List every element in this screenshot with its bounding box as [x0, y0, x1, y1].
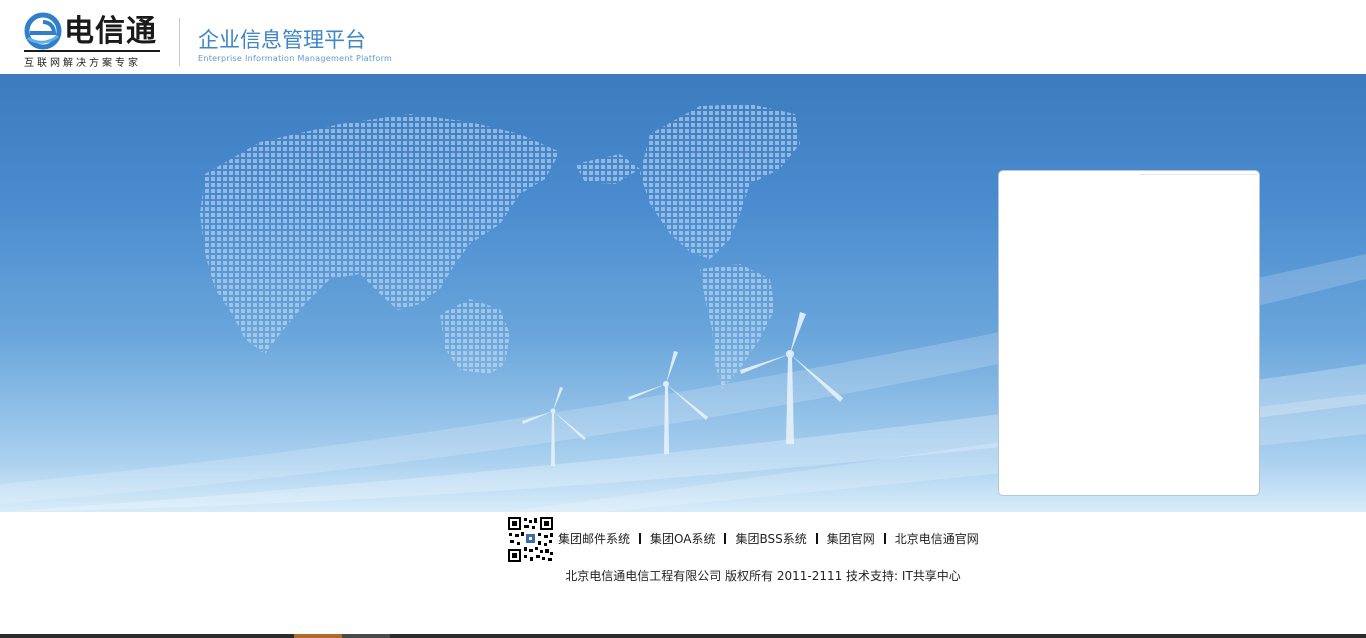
platform-title: 企业信息管理平台 — [198, 28, 366, 52]
logo-title: 电信通 — [64, 14, 157, 49]
logo-underline — [24, 50, 160, 52]
platform-subtitle: Enterprise Information Management Platfo… — [198, 54, 393, 63]
logo-slogan: 互联网解决方案专家 — [24, 58, 141, 69]
link-group-website[interactable]: 集团官网 — [827, 532, 875, 546]
banner — [0, 74, 1366, 512]
bottom-bar-tab — [294, 634, 342, 638]
world-map-icon — [200, 104, 800, 389]
bottom-bar-tab — [342, 634, 390, 638]
link-separator — [724, 533, 727, 544]
logo: 电信通 互联网解决方案专家 — [24, 12, 164, 69]
bottom-bar — [0, 634, 1366, 638]
logo-e-icon — [24, 12, 62, 50]
link-group-mail[interactable]: 集团邮件系统 — [558, 532, 630, 546]
header: 电信通 互联网解决方案专家 企业信息管理平台 Enterprise Inform… — [0, 0, 1366, 74]
link-separator — [883, 533, 886, 544]
footer-links-row: 集团邮件系统 集团OA系统 集团BSS系统 集团官网 北京电信通官网 — [558, 530, 979, 547]
link-separator — [815, 533, 818, 544]
header-divider — [179, 18, 180, 66]
link-group-bss[interactable]: 集团BSS系统 — [735, 532, 806, 546]
copyright-text: 北京电信通电信工程有限公司 版权所有 2011-2111 技术支持: IT共享中… — [565, 569, 961, 583]
qr-code-icon — [507, 516, 554, 563]
footer-links: 集团邮件系统 集团OA系统 集团BSS系统 集团官网 北京电信通官网 — [507, 516, 987, 564]
login-panel-topline — [1139, 174, 1257, 175]
link-group-oa[interactable]: 集团OA系统 — [650, 532, 715, 546]
link-bjtelecom-website[interactable]: 北京电信通官网 — [895, 532, 979, 546]
link-separator — [639, 533, 642, 544]
login-panel — [998, 170, 1260, 496]
